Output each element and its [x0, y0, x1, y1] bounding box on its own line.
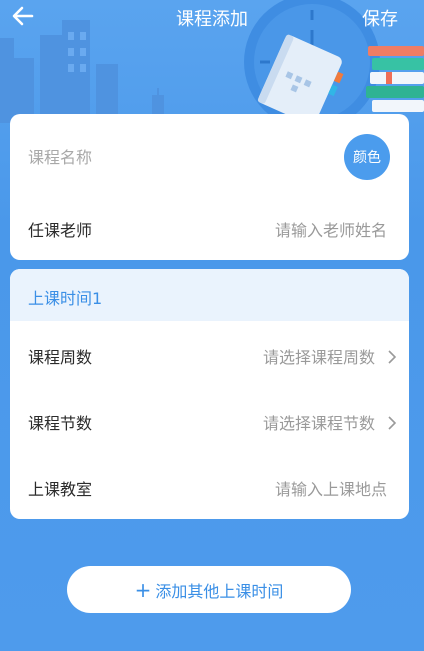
section-header: 上课时间1	[10, 269, 409, 321]
chevron-right-icon	[388, 416, 397, 430]
room-input[interactable]: 请输入上课地点	[275, 476, 387, 500]
room-row[interactable]: 上课教室 请输入上课地点	[10, 470, 409, 502]
periods-row[interactable]: 课程节数 请选择课程节数	[10, 404, 409, 436]
course-info-card: 课程名称 颜色 任课老师 请输入老师姓名	[10, 114, 409, 260]
periods-select[interactable]: 请选择课程节数	[263, 410, 375, 434]
save-button[interactable]: 保存	[362, 5, 398, 31]
top-bar: 课程添加 保存	[0, 0, 424, 34]
chevron-right-icon	[388, 350, 397, 364]
weeks-row[interactable]: 课程周数 请选择课程周数	[10, 338, 409, 370]
periods-label: 课程节数	[28, 414, 93, 433]
add-class-time-button[interactable]: + 添加其他上课时间	[67, 566, 351, 613]
weeks-label: 课程周数	[28, 348, 93, 367]
weeks-select[interactable]: 请选择课程周数	[263, 344, 375, 368]
teacher-row[interactable]: 任课老师 请输入老师姓名	[10, 206, 409, 246]
course-name-input[interactable]: 课程名称	[28, 144, 92, 168]
add-class-time-label: 添加其他上课时间	[155, 581, 284, 601]
teacher-label: 任课老师	[28, 221, 93, 240]
section-title: 上课时间1	[28, 289, 103, 308]
class-time-card: 上课时间1 课程周数 请选择课程周数 课程节数 请选择课程节数 上课教室 请输入…	[10, 269, 409, 519]
page-title: 课程添加	[176, 9, 248, 30]
teacher-input[interactable]: 请输入老师姓名	[275, 217, 387, 241]
plus-icon: +	[134, 577, 152, 602]
color-button[interactable]: 颜色	[344, 134, 390, 180]
room-label: 上课教室	[28, 480, 93, 499]
